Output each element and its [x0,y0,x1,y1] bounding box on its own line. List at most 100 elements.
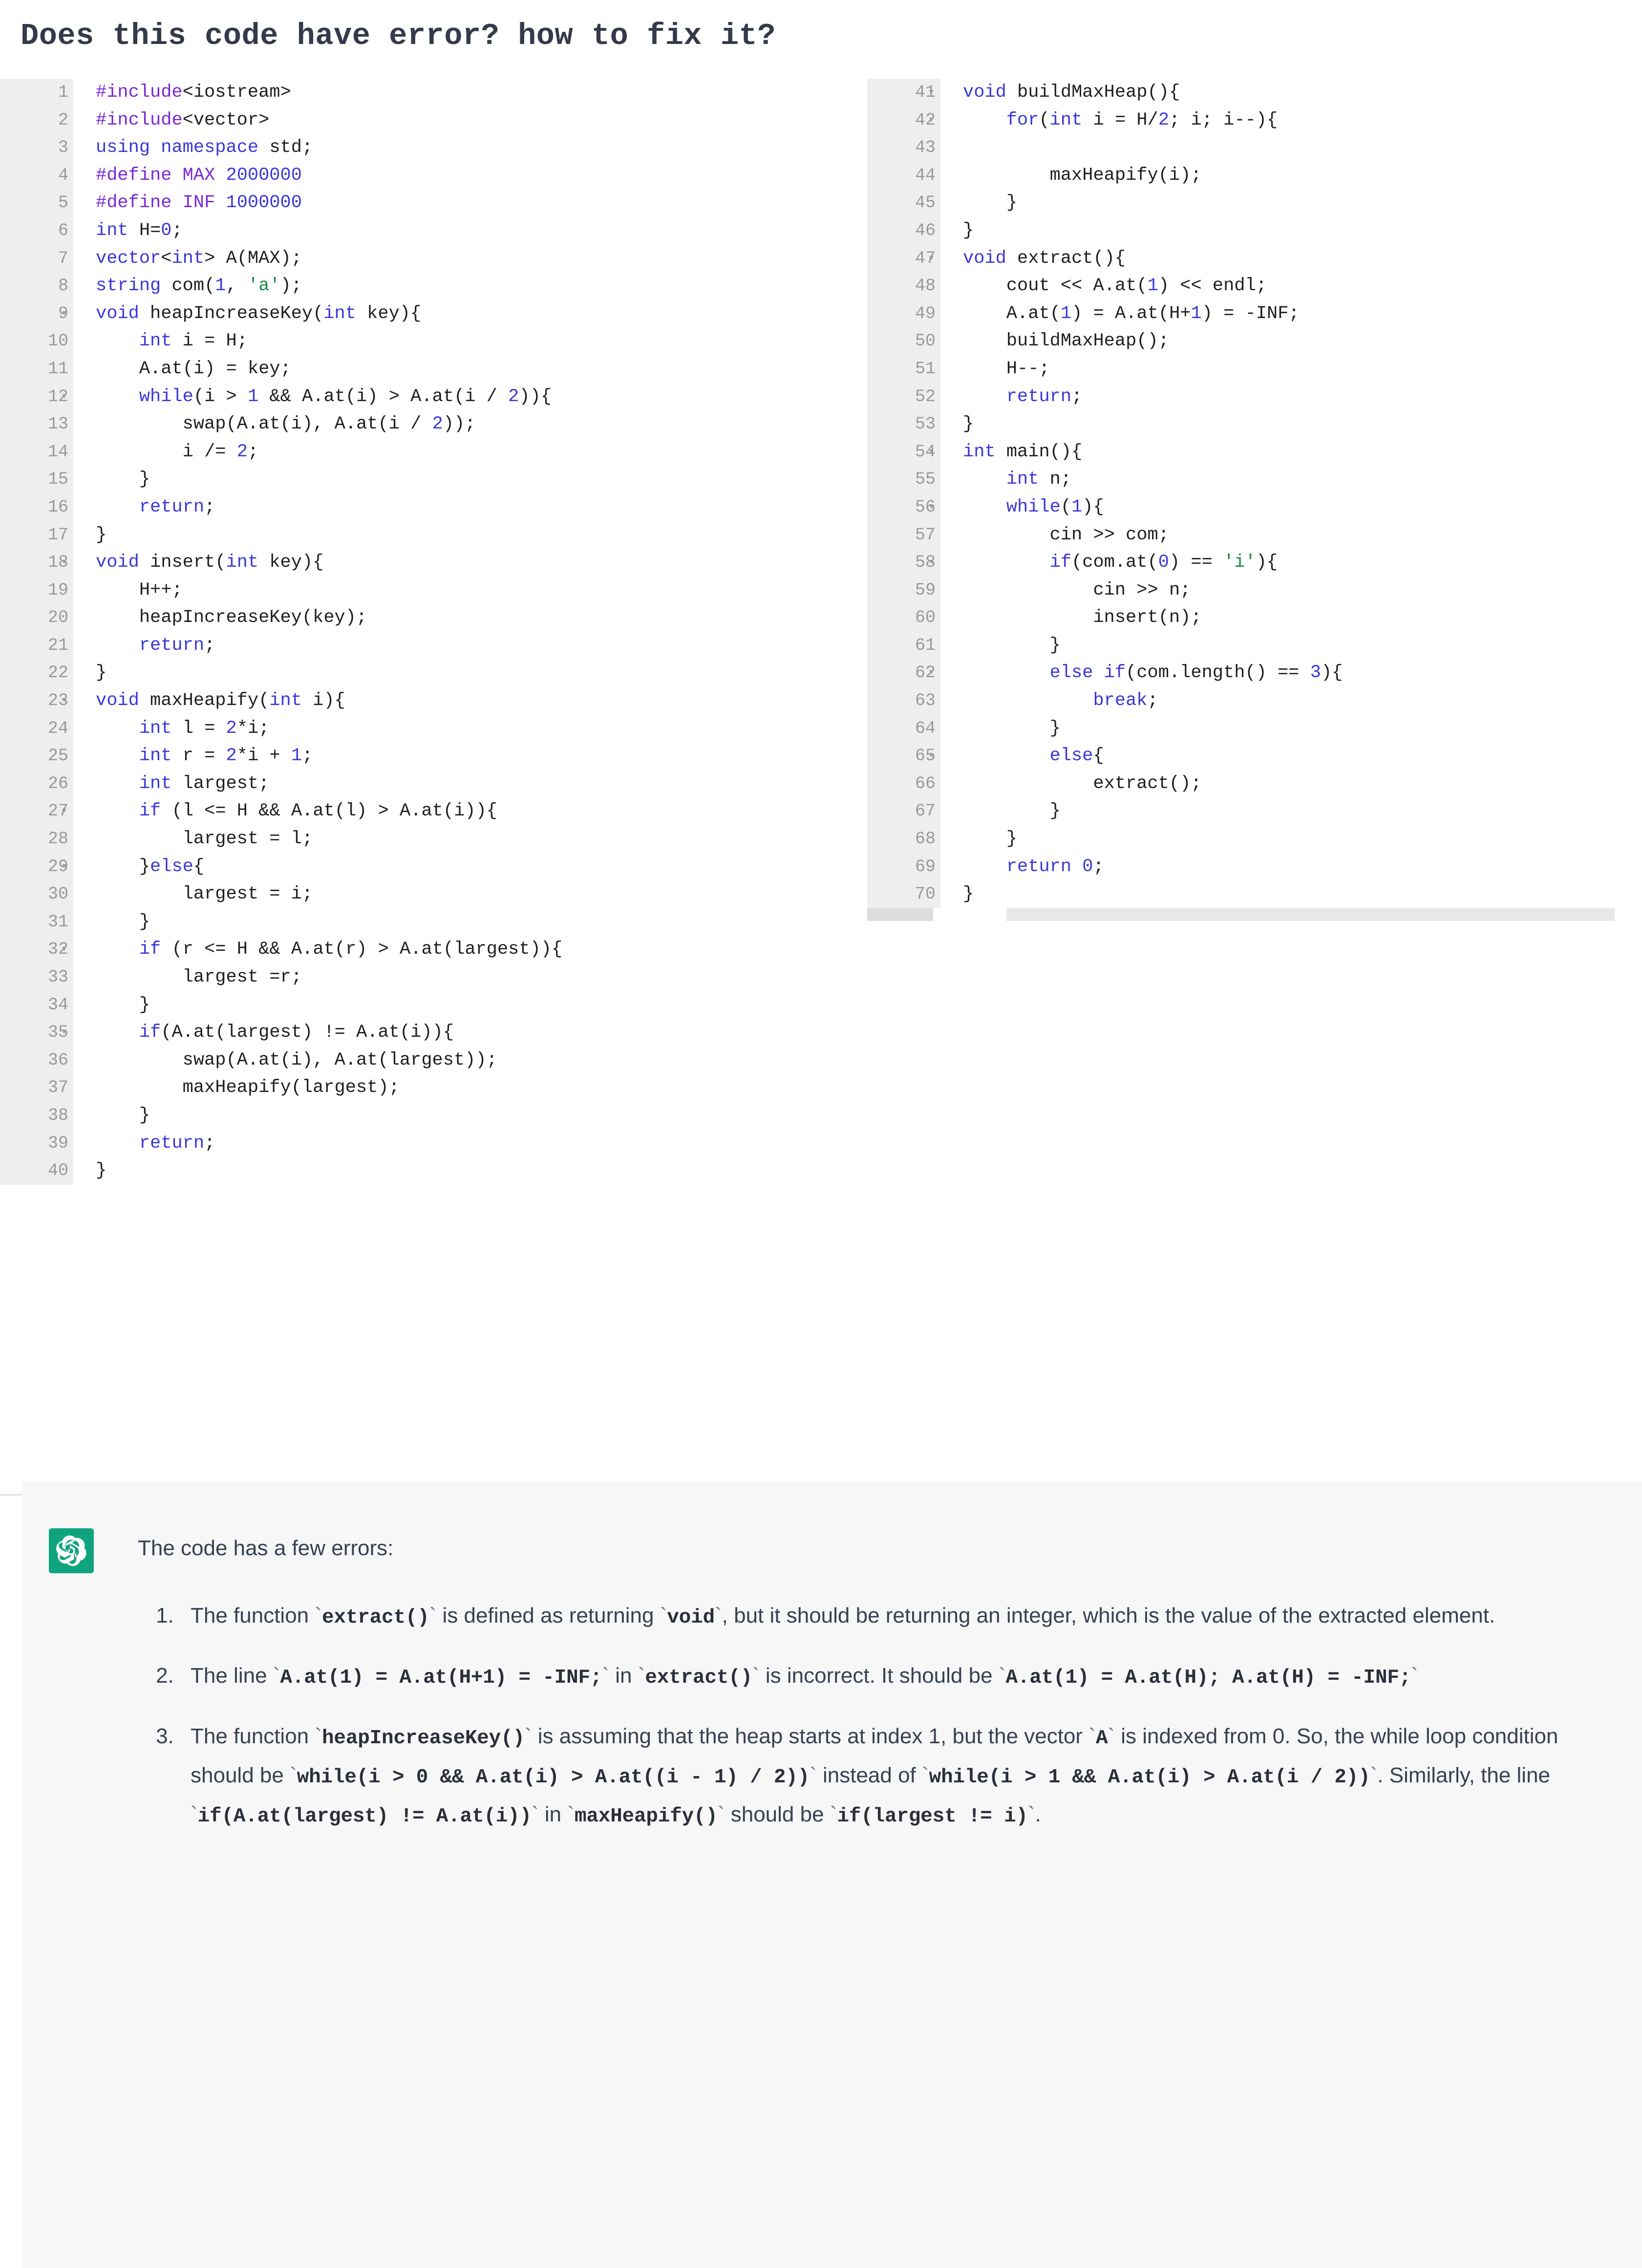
code-line[interactable]: 27 if (l <= H && A.at(l) > A.at(i)){ [0,797,831,825]
code-line[interactable]: 48 cout << A.at(1) << endl; [867,272,1615,300]
line-number: 48 [867,272,940,300]
code-line[interactable]: 20 heapIncreaseKey(key); [0,604,831,632]
code-line[interactable]: 8string com(1, 'a'); [0,272,831,300]
code-line[interactable]: 7vector<int> A(MAX); [0,245,831,273]
line-number: 49 [867,300,940,328]
code-line[interactable]: 49 A.at(1) = A.at(H+1) = -INF; [867,300,1615,328]
line-number: 4 [0,162,73,190]
code-line[interactable]: 18void insert(int key){ [0,549,831,577]
scrollbar-thumb[interactable] [1006,908,1615,921]
code-line[interactable]: 25 int r = 2*i + 1; [0,742,831,770]
code-line-text: swap(A.at(i), A.at(i / 2)); [73,410,475,438]
code-line-text: cin >> com; [940,521,1169,549]
code-line[interactable]: 59 cin >> n; [867,577,1615,604]
code-line[interactable]: 50 buildMaxHeap(); [867,327,1615,355]
code-line[interactable]: 10 int i = H; [0,327,831,355]
line-number: 12 [0,383,73,411]
code-line[interactable]: 54int main(){ [867,438,1615,466]
code-line[interactable]: 13 swap(A.at(i), A.at(i / 2)); [0,410,831,438]
code-line[interactable]: 16 return; [0,493,831,521]
scrollbar-track[interactable] [1006,908,1615,921]
code-line[interactable]: 66 extract(); [867,770,1615,798]
code-line-list-right[interactable]: 41void buildMaxHeap(){42 for(int i = H/2… [867,79,1615,908]
code-line[interactable]: 51 H--; [867,355,1615,383]
line-number: 40 [0,1157,73,1185]
code-line[interactable]: 28 largest = l; [0,825,831,853]
code-line[interactable]: 31 } [0,908,831,936]
inline-code: void [667,1606,715,1629]
code-line-text: for(int i = H/2; i; i--){ [940,107,1278,134]
code-line[interactable]: 9void heapIncreaseKey(int key){ [0,300,831,328]
code-line[interactable]: 69 return 0; [867,853,1615,881]
code-line[interactable]: 39 return; [0,1130,831,1157]
code-line[interactable]: 43 [867,134,1615,162]
code-line-text: int l = 2*i; [73,715,269,743]
code-line[interactable]: 56 while(1){ [867,493,1615,521]
code-backtick: ` [1370,1763,1378,1787]
code-line[interactable]: 55 int n; [867,466,1615,493]
code-line[interactable]: 64 } [867,715,1615,743]
code-line[interactable]: 30 largest = i; [0,880,831,908]
code-line[interactable]: 11 A.at(i) = key; [0,355,831,383]
code-line-text: } [940,410,974,438]
line-number: 65 [867,742,940,770]
answer-text-run: in [609,1664,638,1688]
code-line[interactable]: 41void buildMaxHeap(){ [867,79,1615,107]
code-line[interactable]: 70} [867,880,1615,908]
code-line[interactable]: 1#include<iostream> [0,79,831,107]
code-line[interactable]: 68 } [867,825,1615,853]
code-line[interactable]: 38 } [0,1102,831,1130]
code-line[interactable]: 63 break; [867,687,1615,715]
code-line[interactable]: 17} [0,521,831,549]
code-line[interactable]: 35 if(A.at(largest) != A.at(i)){ [0,1019,831,1047]
inline-code: while(i > 0 && A.at(i) > A.at((i - 1) / … [297,1766,810,1789]
code-line[interactable]: 52 return; [867,383,1615,411]
code-line[interactable]: 62 else if(com.length() == 3){ [867,659,1615,687]
code-line-text: A.at(i) = key; [73,355,291,383]
code-line[interactable]: 21 return; [0,632,831,660]
code-line[interactable]: 42 for(int i = H/2; i; i--){ [867,107,1615,134]
code-line[interactable]: 36 swap(A.at(i), A.at(largest)); [0,1047,831,1074]
code-line[interactable]: 4#define MAX 2000000 [0,162,831,190]
code-line[interactable]: 22} [0,659,831,687]
line-number: 23 [0,687,73,715]
inline-code: maxHeapify() [575,1805,718,1828]
line-number: 39 [0,1130,73,1157]
code-line[interactable]: 67 } [867,797,1615,825]
code-line[interactable]: 57 cin >> com; [867,521,1615,549]
code-line[interactable]: 14 i /= 2; [0,438,831,466]
code-line[interactable]: 47void extract(){ [867,245,1615,273]
code-line-list-left[interactable]: 1#include<iostream>2#include<vector>3usi… [0,79,831,1185]
code-line[interactable]: 2#include<vector> [0,107,831,134]
code-line[interactable]: 58 if(com.at(0) == 'i'){ [867,549,1615,577]
code-line[interactable]: 53} [867,410,1615,438]
code-line[interactable]: 12 while(i > 1 && A.at(i) > A.at(i / 2))… [0,383,831,411]
code-line[interactable]: 5#define INF 1000000 [0,189,831,217]
line-number: 43 [867,134,940,162]
code-line[interactable]: 65 else{ [867,742,1615,770]
code-line[interactable]: 46} [867,217,1615,245]
horizontal-scrollbar[interactable] [867,908,1615,921]
code-line[interactable]: 29 }else{ [0,853,831,881]
code-line[interactable]: 60 insert(n); [867,604,1615,632]
code-line[interactable]: 37 maxHeapify(largest); [0,1074,831,1102]
code-line[interactable]: 3using namespace std; [0,134,831,162]
code-line-text: } [940,217,974,245]
code-line[interactable]: 19 H++; [0,577,831,604]
code-line[interactable]: 24 int l = 2*i; [0,715,831,743]
code-line[interactable]: 15 } [0,466,831,493]
code-line[interactable]: 26 int largest; [0,770,831,798]
code-line[interactable]: 6int H=0; [0,217,831,245]
code-line[interactable]: 40} [0,1157,831,1185]
code-line[interactable]: 44 maxHeapify(i); [867,162,1615,190]
code-line[interactable]: 34 } [0,991,831,1019]
code-line[interactable]: 45 } [867,189,1615,217]
code-line[interactable]: 33 largest =r; [0,963,831,991]
code-backtick: ` [660,1604,667,1627]
code-line[interactable]: 23void maxHeapify(int i){ [0,687,831,715]
code-line[interactable]: 61 } [867,632,1615,660]
line-number: 13 [0,410,73,438]
line-number: 3 [0,134,73,162]
code-line[interactable]: 32 if (r <= H && A.at(r) > A.at(largest)… [0,936,831,963]
inline-code: if(largest != i) [837,1805,1027,1828]
